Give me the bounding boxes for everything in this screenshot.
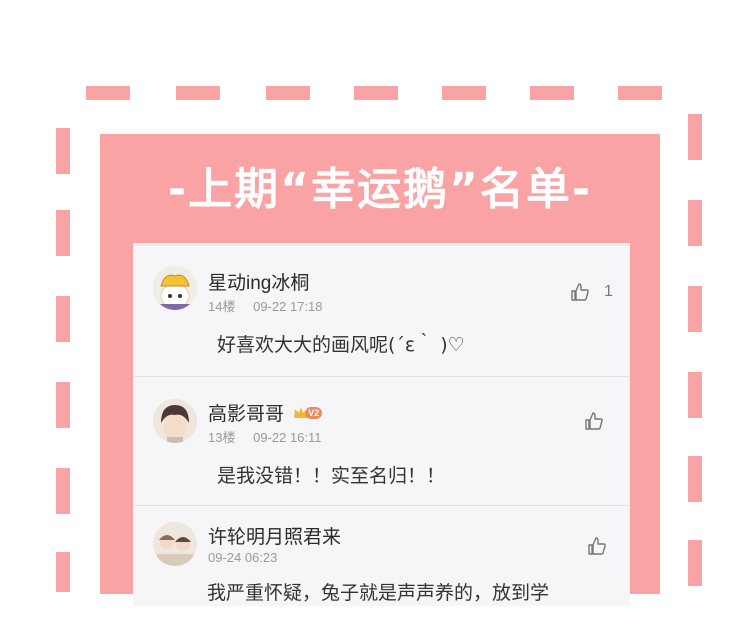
- like-count: 1: [604, 283, 613, 300]
- comment-text: 是我没错！！实至名归！！: [217, 465, 446, 487]
- comment-meta: 09-24 06:23: [208, 550, 277, 565]
- comment-meta: 14楼 09-22 17:18: [208, 296, 323, 315]
- like-button[interactable]: 1: [570, 282, 613, 302]
- comment-text: 好喜欢大大的画风呢(´ε｀ )♡: [217, 334, 465, 356]
- comment-time: 09-22 17:18: [253, 299, 323, 314]
- thumbs-up-icon: [571, 283, 589, 301]
- avatar-group-icon: [153, 522, 197, 566]
- comment-time: 09-22 16:11: [253, 430, 322, 445]
- user-avatar[interactable]: [153, 266, 197, 310]
- comment-item: 高影哥哥 V2 13楼 09-22 16:11 是我没错！！实至名归！！: [133, 377, 630, 505]
- username-row: 高影哥哥 V2: [208, 399, 323, 426]
- thumbs-up-icon: [588, 537, 606, 555]
- comment-item: 星动ing冰桐 14楼 09-22 17:18 1 好喜欢大大的画风呢(´ε｀ …: [133, 246, 630, 374]
- like-button[interactable]: [587, 536, 607, 556]
- username[interactable]: 许轮明月照君来: [208, 522, 341, 549]
- comment-time: 09-24 06:23: [208, 550, 278, 565]
- comment-item: 许轮明月照君来 09-24 06:23 我严重怀疑，兔子就是声声养的，放到学: [133, 506, 630, 634]
- thumbs-up-icon: [585, 412, 603, 430]
- user-avatar[interactable]: [153, 399, 197, 443]
- banner-title: -上期“幸运鹅”名单-: [167, 164, 593, 215]
- vip-level: V2: [305, 406, 323, 419]
- comment-text: 我严重怀疑，兔子就是声声养的，放到学: [207, 582, 550, 604]
- user-avatar[interactable]: [153, 522, 197, 566]
- comment-list: 星动ing冰桐 14楼 09-22 17:18 1 好喜欢大大的画风呢(´ε｀ …: [133, 243, 630, 606]
- avatar-chef-hat-icon: [153, 266, 197, 310]
- comment-meta: 13楼 09-22 16:11: [208, 427, 322, 446]
- floor-number: 14楼: [208, 299, 236, 314]
- like-button[interactable]: [584, 411, 604, 431]
- vip-badge: V2: [293, 402, 323, 424]
- floor-number: 13楼: [208, 430, 236, 445]
- username[interactable]: 高影哥哥: [208, 404, 284, 425]
- username[interactable]: 星动ing冰桐: [208, 268, 309, 295]
- avatar-dark-hair-icon: [153, 399, 197, 443]
